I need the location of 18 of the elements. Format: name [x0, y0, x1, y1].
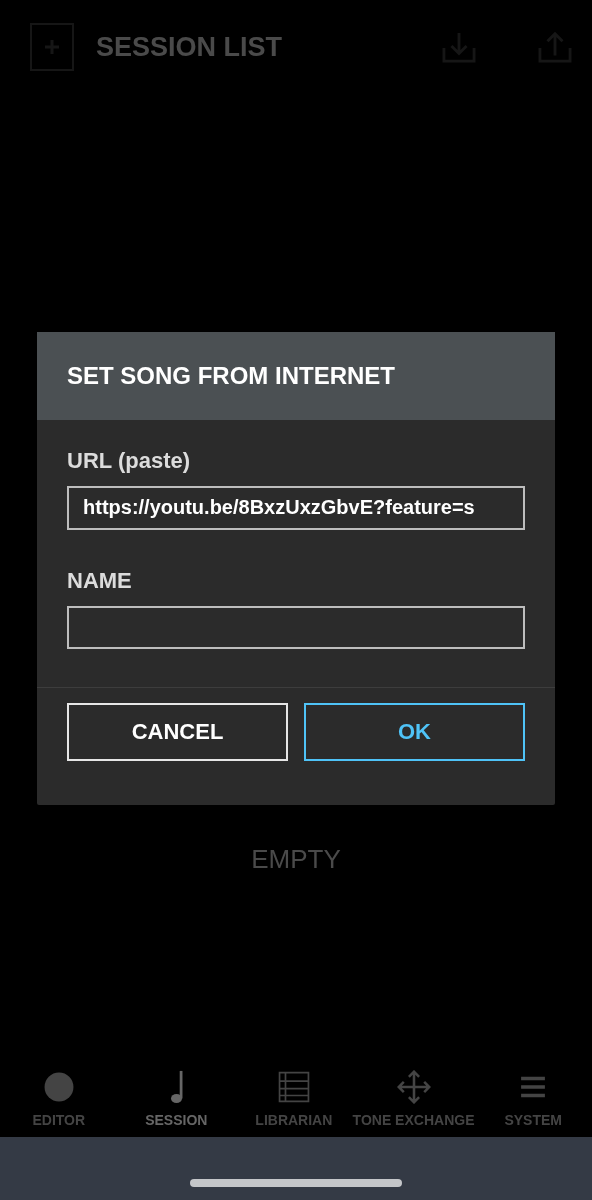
- list-icon: [276, 1069, 311, 1104]
- field-label: NAME: [67, 567, 133, 594]
- nav-tab[interactable]: LIBRARIAN: [235, 1069, 353, 1128]
- note-icon: [169, 1069, 183, 1104]
- input-field[interactable]: [67, 605, 525, 649]
- nav-tab[interactable]: TONE EXCHANGE: [352, 1069, 475, 1128]
- nav-tab[interactable]: SESSION: [117, 1069, 236, 1128]
- screen-title: SESSION LIST: [96, 31, 283, 63]
- ok-button[interactable]: OK: [304, 703, 525, 761]
- dialog-title: SET SONG FROM INTERNET: [37, 332, 555, 420]
- arrows-icon: [396, 1069, 431, 1104]
- empty-message: EMPTY: [250, 844, 342, 875]
- nav-tab[interactable]: EDITOR: [0, 1069, 118, 1128]
- input-field[interactable]: https://youtu.be/8BxzUxzGbvE?feature=s: [67, 486, 525, 530]
- field-label: URL (paste): [67, 448, 192, 474]
- home-indicator[interactable]: [190, 1178, 402, 1187]
- cancel-button[interactable]: CANCEL: [67, 703, 288, 761]
- nav-tab[interactable]: SYSTEM: [474, 1069, 592, 1128]
